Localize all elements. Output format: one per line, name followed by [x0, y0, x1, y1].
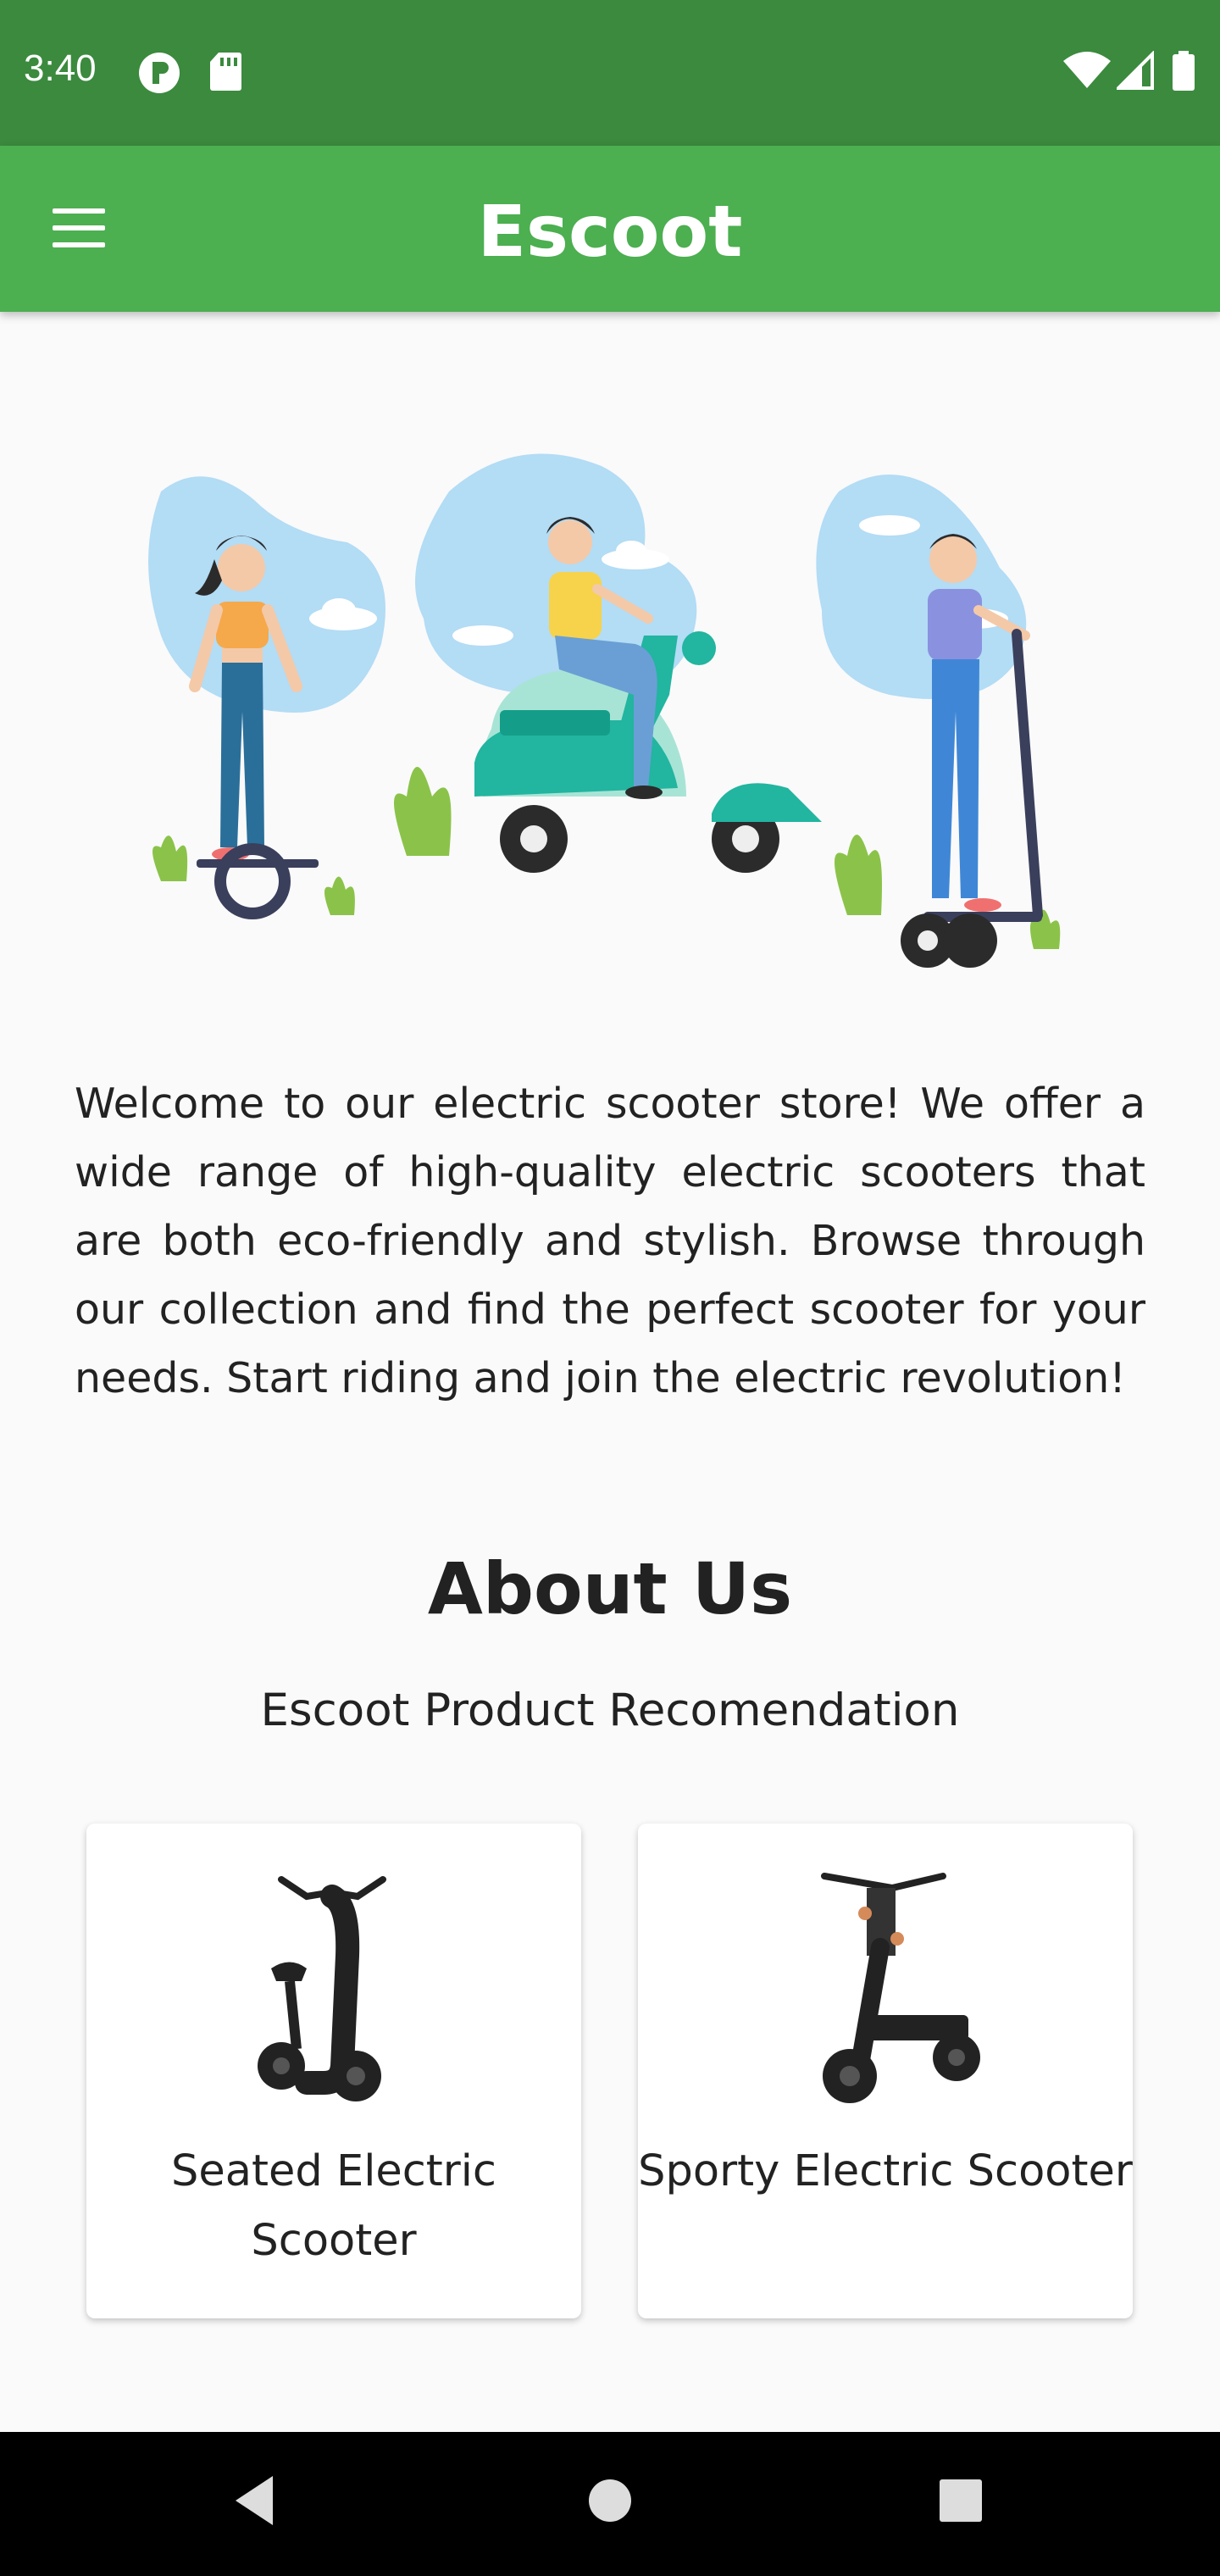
back-icon[interactable]	[229, 2471, 280, 2530]
status-bar: 3:40	[0, 0, 1220, 146]
about-title: About Us	[427, 1547, 793, 1630]
product-card-sporty[interactable]: Sporty Electric Scooter	[638, 1824, 1133, 2318]
app-title: Escoot	[477, 190, 743, 273]
app-bar: Escoot	[0, 146, 1220, 312]
sporty-scooter-image	[821, 1873, 980, 2103]
grass-2	[324, 876, 355, 915]
recents-icon[interactable]	[937, 2471, 984, 2530]
status-time: 3:40	[24, 47, 97, 89]
grass-1	[152, 836, 188, 881]
seated-scooter-image	[258, 1876, 386, 2101]
app-notification-icon	[139, 53, 180, 93]
blob-right	[816, 475, 1027, 699]
wifi-icon	[1063, 52, 1111, 88]
blob-left	[148, 476, 385, 713]
signal-icon	[1117, 51, 1154, 90]
product-card-seated[interactable]: Seated Electric Scooter	[86, 1824, 581, 2318]
battery-icon	[1173, 51, 1195, 91]
product-label: Sporty Electric Scooter	[638, 2146, 1133, 2196]
grass-4	[835, 835, 882, 915]
sd-card-icon	[210, 53, 241, 91]
home-icon[interactable]	[583, 2471, 637, 2530]
grass-3	[394, 767, 452, 856]
product-label: Seated Electric Scooter	[171, 2146, 496, 2266]
system-nav-bar	[0, 2432, 1220, 2576]
recommendation-subtitle: Escoot Product Recomendation	[260, 1685, 960, 1736]
welcome-text: Welcome to our electric scooter store! W…	[75, 1080, 1145, 1402]
hero-illustration	[148, 453, 1061, 968]
